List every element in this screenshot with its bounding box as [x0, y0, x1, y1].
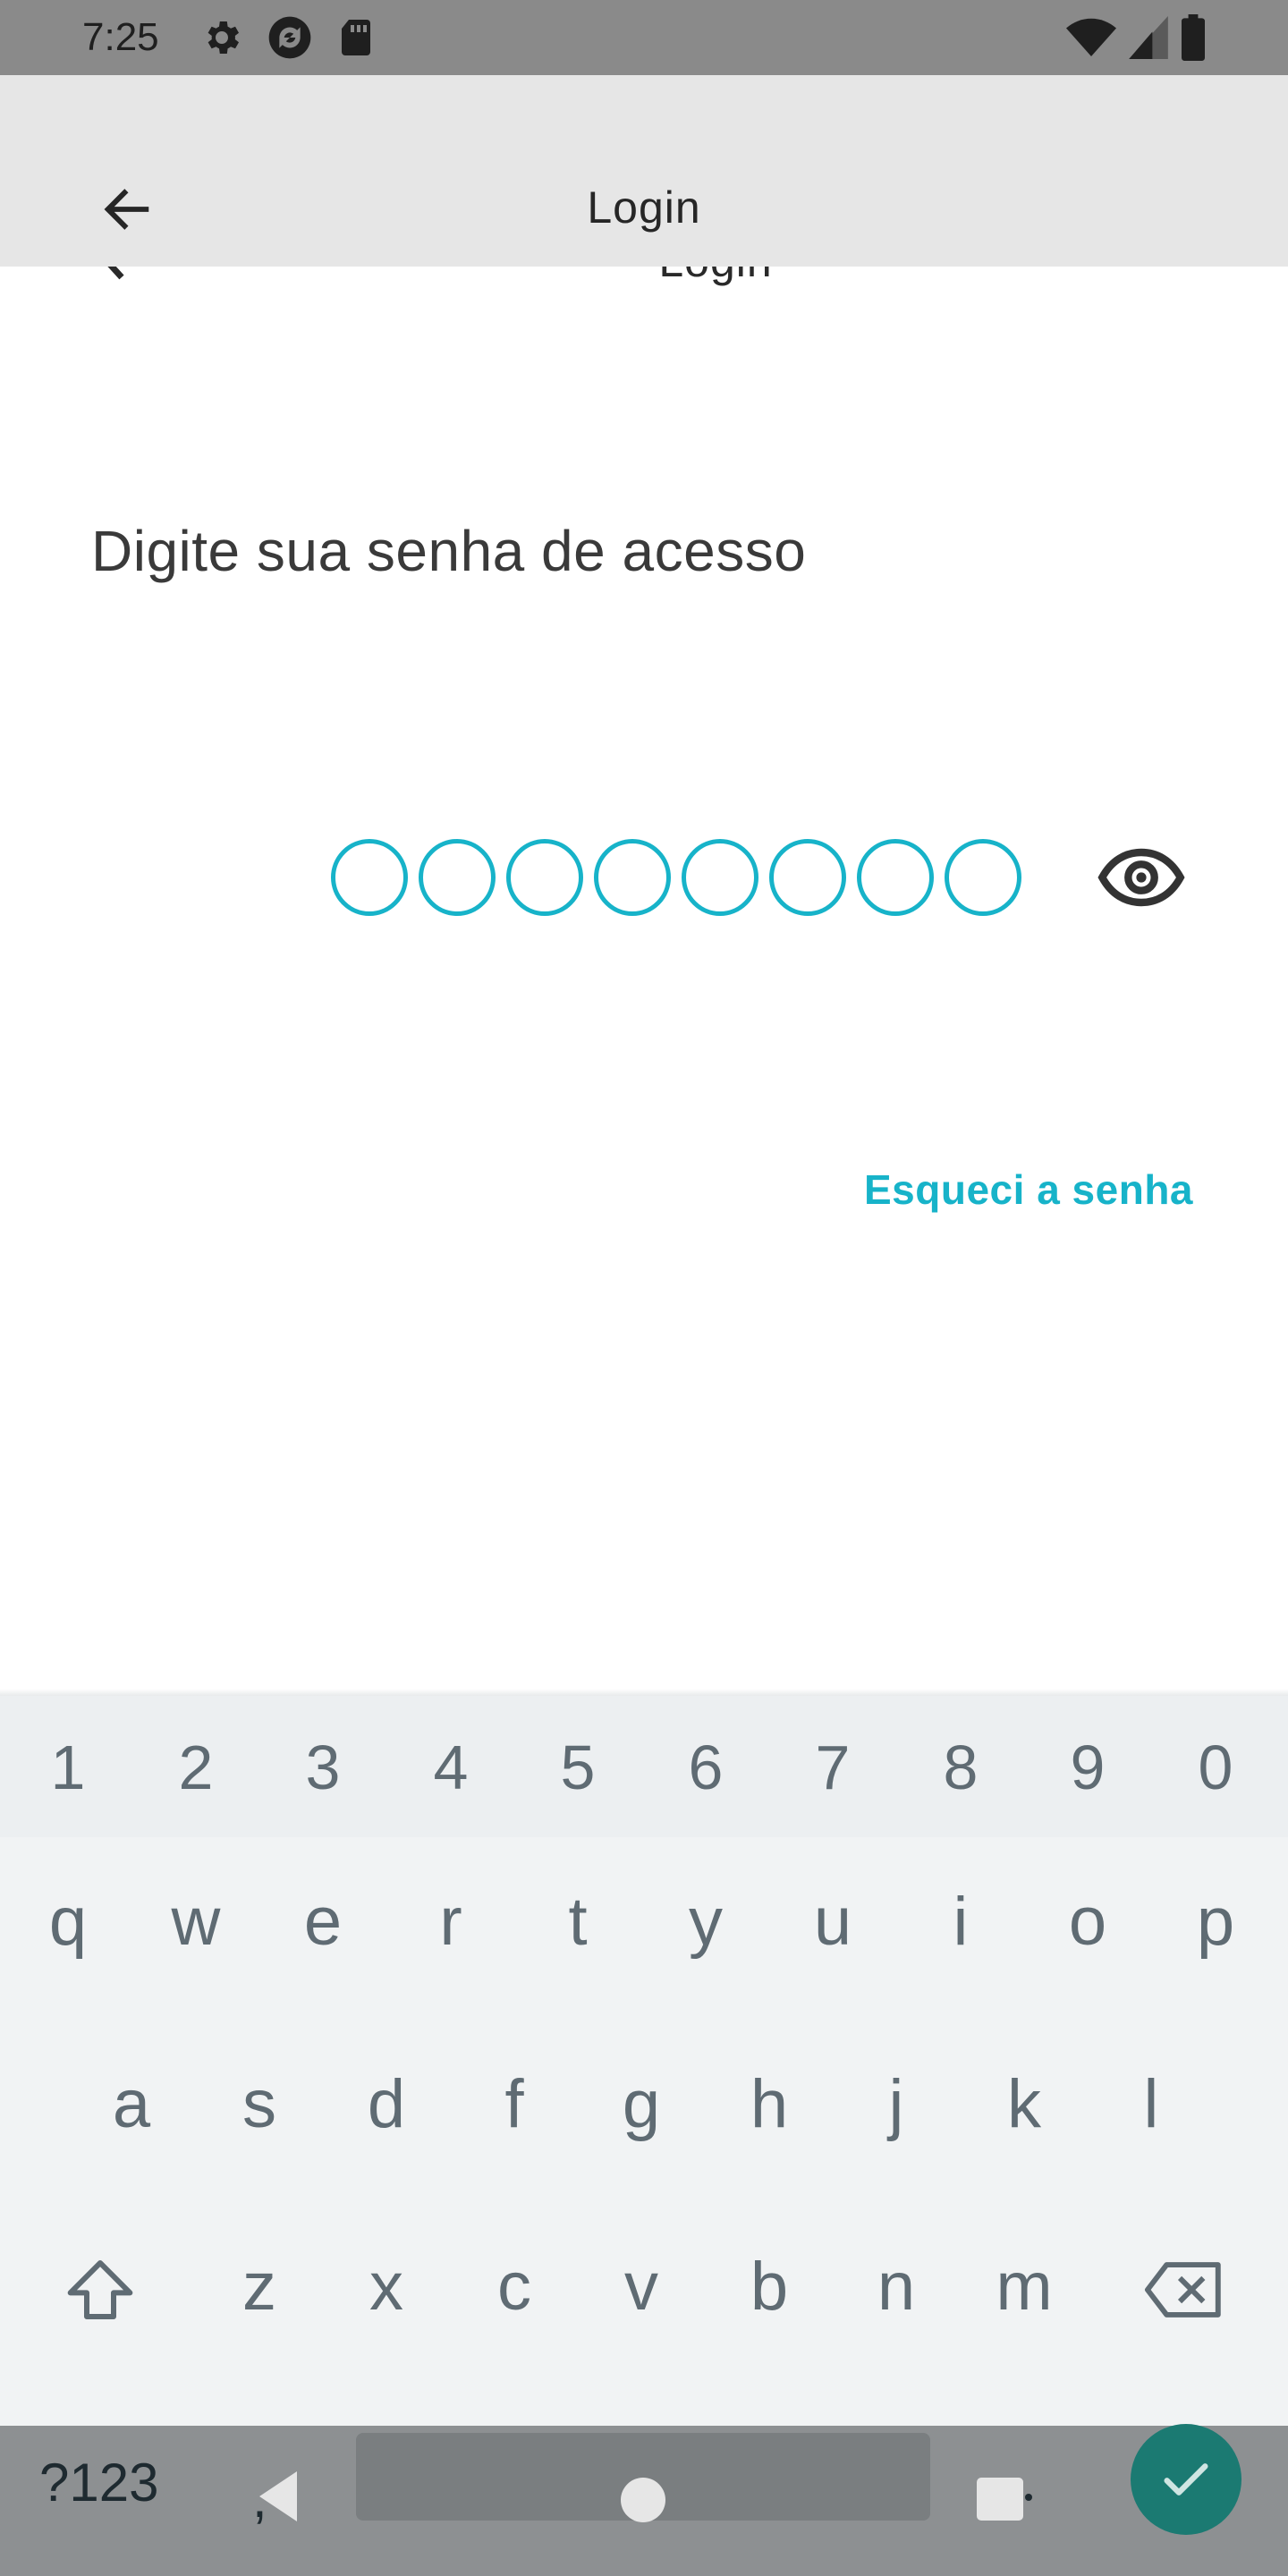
- key-l[interactable]: l: [1097, 2050, 1205, 2157]
- gear-icon: [200, 16, 243, 59]
- key-k[interactable]: k: [970, 2050, 1078, 2157]
- key-w[interactable]: w: [142, 1868, 250, 1975]
- key-t[interactable]: t: [524, 1868, 631, 1975]
- nav-recents-icon[interactable]: [977, 2478, 1023, 2521]
- key-5[interactable]: 5: [524, 1714, 631, 1821]
- key-p[interactable]: p: [1162, 1868, 1269, 1975]
- check-icon: [1164, 2463, 1208, 2496]
- signal-icon: [1129, 16, 1168, 59]
- key-f[interactable]: f: [461, 2050, 568, 2157]
- password-prompt: Digite sua senha de acesso: [91, 519, 807, 583]
- key-h[interactable]: h: [716, 2050, 823, 2157]
- pin-dot: [857, 839, 934, 916]
- pin-dot: [945, 839, 1021, 916]
- key-d[interactable]: d: [333, 2050, 440, 2157]
- app-bar: Login: [0, 75, 1288, 267]
- enter-key[interactable]: [1131, 2424, 1241, 2535]
- key-a[interactable]: a: [78, 2050, 185, 2157]
- keyboard: 1 2 3 4 5 6 7 8 9 0 q w e r t y u i o p …: [0, 1696, 1288, 2426]
- symbols-key[interactable]: ?123: [39, 2447, 158, 2519]
- pin-dot: [506, 839, 583, 916]
- key-g[interactable]: g: [588, 2050, 695, 2157]
- key-3[interactable]: 3: [269, 1714, 377, 1821]
- pin-dot: [419, 839, 496, 916]
- battery-icon: [1181, 14, 1206, 61]
- key-j[interactable]: j: [843, 2050, 950, 2157]
- key-6[interactable]: 6: [652, 1714, 759, 1821]
- key-o[interactable]: o: [1034, 1868, 1141, 1975]
- key-x[interactable]: x: [333, 2233, 440, 2340]
- backspace-icon: [1144, 2262, 1221, 2318]
- forgot-password-link[interactable]: Esqueci a senha: [864, 1165, 1193, 1215]
- nav-home-icon[interactable]: [621, 2478, 665, 2522]
- period-key[interactable]: [1025, 2494, 1032, 2501]
- key-i[interactable]: i: [907, 1868, 1014, 1975]
- status-bar: 7:25: [0, 0, 1288, 75]
- key-b[interactable]: b: [716, 2233, 823, 2340]
- status-time: 7:25: [82, 15, 159, 59]
- shift-icon: [67, 2260, 133, 2319]
- key-v[interactable]: v: [588, 2233, 695, 2340]
- key-s[interactable]: s: [206, 2050, 313, 2157]
- key-m[interactable]: m: [970, 2233, 1078, 2340]
- wifi-icon: [1066, 16, 1116, 59]
- key-2[interactable]: 2: [142, 1714, 250, 1821]
- key-r[interactable]: r: [397, 1868, 504, 1975]
- login-screen: 7:25 Login Digite sua senha de acesso Es…: [0, 0, 1288, 2576]
- key-8[interactable]: 8: [907, 1714, 1014, 1821]
- pin-dot: [682, 839, 758, 916]
- pin-dot: [769, 839, 846, 916]
- key-9[interactable]: 9: [1034, 1714, 1141, 1821]
- sd-card-icon: [336, 16, 376, 59]
- status-icons-right: [1066, 13, 1206, 63]
- backspace-key[interactable]: [1131, 2236, 1238, 2343]
- key-z[interactable]: z: [206, 2233, 313, 2340]
- page-title: Login: [587, 182, 701, 233]
- pin-dot: [594, 839, 671, 916]
- shift-key[interactable]: [47, 2236, 154, 2343]
- key-q[interactable]: q: [14, 1868, 122, 1975]
- pin-input[interactable]: [331, 839, 1021, 916]
- key-y[interactable]: y: [652, 1868, 759, 1975]
- keyboard-shadow: [0, 1689, 1288, 1696]
- eye-icon: [1097, 848, 1185, 907]
- key-0[interactable]: 0: [1162, 1714, 1269, 1821]
- key-u[interactable]: u: [779, 1868, 886, 1975]
- pin-dot: [331, 839, 408, 916]
- toggle-visibility-button[interactable]: [1097, 839, 1186, 916]
- key-1[interactable]: 1: [14, 1714, 122, 1821]
- nav-back-icon[interactable]: [247, 2465, 309, 2528]
- status-icons-left: [200, 13, 376, 63]
- key-e[interactable]: e: [269, 1868, 377, 1975]
- key-7[interactable]: 7: [779, 1714, 886, 1821]
- sync-icon: [265, 13, 315, 63]
- key-n[interactable]: n: [843, 2233, 950, 2340]
- key-c[interactable]: c: [461, 2233, 568, 2340]
- key-4[interactable]: 4: [397, 1714, 504, 1821]
